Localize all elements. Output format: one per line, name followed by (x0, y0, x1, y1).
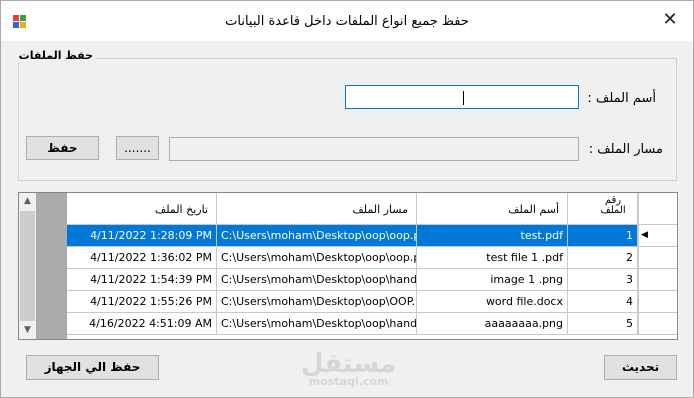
browse-button[interactable]: ....... (116, 136, 159, 160)
file-name-input[interactable] (345, 85, 579, 109)
title-bar: حفظ جميع انواع الملفات داخل قاعدة البيان… (1, 1, 693, 41)
current-row-pointer-icon: ◀ (641, 230, 648, 240)
row-header-corner (638, 193, 677, 225)
scroll-down-icon[interactable]: ▼ (19, 322, 36, 339)
vertical-scrollbar[interactable]: ▲ ▼ (19, 193, 36, 339)
file-path-label: مسار الملف : (588, 142, 663, 157)
cell-number[interactable]: 5 (568, 313, 638, 335)
column-header-date[interactable]: تاريخ الملف (67, 193, 217, 225)
file-path-input[interactable] (169, 137, 579, 161)
cell-path[interactable]: C:\Users\moham\Desktop\oop\OOP.... (217, 291, 417, 313)
cell-name[interactable]: aaaaaaaa.png (417, 313, 568, 335)
cell-path[interactable]: C:\Users\moham\Desktop\oop\oop.pdf (217, 247, 417, 269)
main-window: حفظ جميع انواع الملفات داخل قاعدة البيان… (0, 0, 694, 398)
cell-date[interactable]: 4/11/2022 1:55:26 PM (67, 291, 217, 313)
column-header-number[interactable]: رقم الملف (568, 193, 638, 225)
grid-empty-area (36, 193, 67, 339)
refresh-button[interactable]: تحديث (604, 355, 677, 380)
cell-number[interactable]: 4 (568, 291, 638, 313)
row-header[interactable] (638, 291, 677, 313)
cell-path[interactable]: C:\Users\moham\Desktop\oop\hand-... (217, 269, 417, 291)
close-icon[interactable]: ✕ (661, 11, 679, 29)
cell-path[interactable]: C:\Users\moham\Desktop\oop\oop.pdf (217, 225, 417, 247)
cell-name[interactable]: word file.docx (417, 291, 568, 313)
column-header-path[interactable]: مسار الملف (217, 193, 417, 225)
watermark-logo: مستقل mostaql.com (301, 349, 397, 388)
cell-name[interactable]: test.pdf (417, 225, 568, 247)
row-header[interactable] (638, 247, 677, 269)
scroll-thumb[interactable] (20, 211, 35, 321)
text-caret (463, 91, 464, 105)
column-header-name[interactable]: أسم الملف (417, 193, 568, 225)
cell-date[interactable]: 4/16/2022 4:51:09 AM (67, 313, 217, 335)
cell-path[interactable]: C:\Users\moham\Desktop\oop\hand-... (217, 313, 417, 335)
window-title: حفظ جميع انواع الملفات داخل قاعدة البيان… (225, 14, 469, 29)
cell-number[interactable]: 3 (568, 269, 638, 291)
save-to-device-button[interactable]: حفظ الي الجهاز (26, 355, 159, 380)
cell-name[interactable]: image 1 .png (417, 269, 568, 291)
files-grid[interactable]: ▲ ▼ تاريخ الملف مسار الملف أسم الملف رقم… (18, 192, 678, 340)
cell-date[interactable]: 4/11/2022 1:36:02 PM (67, 247, 217, 269)
file-name-label: أسم الملف : (587, 91, 656, 106)
cell-date[interactable]: 4/11/2022 1:28:09 PM (67, 225, 217, 247)
scroll-up-icon[interactable]: ▲ (19, 193, 36, 210)
cell-number[interactable]: 1 (568, 225, 638, 247)
save-files-group (18, 58, 677, 181)
group-legend: حفظ الملفات (15, 49, 96, 62)
cell-name[interactable]: test file 1 .pdf (417, 247, 568, 269)
row-header[interactable] (638, 313, 677, 335)
row-header[interactable] (638, 269, 677, 291)
save-button[interactable]: حفظ (26, 136, 99, 160)
cell-number[interactable]: 2 (568, 247, 638, 269)
row-header[interactable]: ◀ (638, 225, 677, 247)
cell-date[interactable]: 4/11/2022 1:54:39 PM (67, 269, 217, 291)
